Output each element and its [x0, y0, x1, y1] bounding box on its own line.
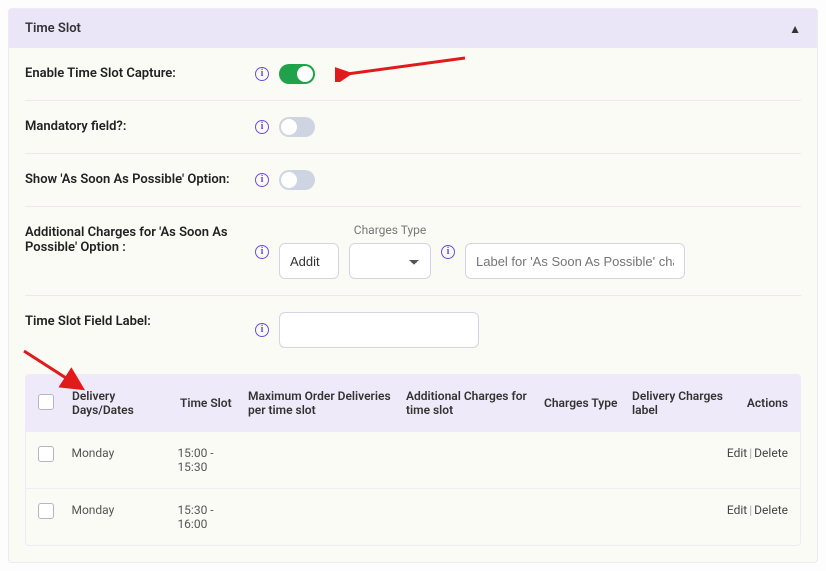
th-ctype: Charges Type: [544, 396, 624, 410]
cell-actions: Edit|Delete: [727, 446, 788, 460]
time-slot-panel: Time Slot ▲ Enable Time Slot Capture: i …: [8, 8, 818, 563]
th-add: Additional Charges for time slot: [406, 389, 536, 417]
mandatory-label: Mandatory field?:: [25, 117, 255, 134]
cell-days: Monday: [71, 446, 169, 460]
select-all-checkbox[interactable]: [38, 394, 54, 410]
cell-slot: 15:30 - 16:00: [177, 503, 236, 531]
info-icon[interactable]: i: [255, 120, 269, 134]
row-additional-charges: Additional Charges for 'As Soon As Possi…: [25, 207, 801, 296]
info-icon[interactable]: i: [255, 323, 269, 337]
charges-label-input[interactable]: [465, 243, 685, 279]
th-slot: Time Slot: [180, 396, 240, 410]
th-max: Maximum Order Deliveries per time slot: [248, 389, 398, 417]
info-icon[interactable]: i: [441, 245, 455, 259]
cell-actions: Edit|Delete: [727, 503, 788, 517]
panel-title: Time Slot: [25, 21, 81, 36]
row-asap: Show 'As Soon As Possible' Option: i: [25, 154, 801, 207]
info-icon[interactable]: i: [255, 173, 269, 187]
cell-days: Monday: [71, 503, 169, 517]
panel-header[interactable]: Time Slot ▲: [9, 9, 817, 48]
delete-link[interactable]: Delete: [754, 503, 788, 517]
row-checkbox[interactable]: [38, 446, 54, 462]
charges-label: Additional Charges for 'As Soon As Possi…: [25, 223, 255, 255]
delete-link[interactable]: Delete: [754, 446, 788, 460]
row-field-label: Time Slot Field Label: i: [25, 296, 801, 364]
cell-slot: 15:00 - 15:30: [177, 446, 236, 474]
table-row: Monday 15:30 - 16:00 Edit|Delete: [26, 488, 800, 545]
chevron-up-icon: ▲: [789, 22, 801, 36]
mandatory-toggle[interactable]: [279, 117, 315, 137]
th-actions: Actions: [740, 396, 788, 410]
th-dlabel: Delivery Charges label: [632, 389, 732, 417]
enable-label: Enable Time Slot Capture:: [25, 64, 255, 81]
enable-toggle[interactable]: [279, 64, 315, 84]
info-icon[interactable]: i: [255, 67, 269, 81]
edit-link[interactable]: Edit: [727, 503, 747, 517]
row-enable-capture: Enable Time Slot Capture: i: [25, 48, 801, 101]
asap-toggle[interactable]: [279, 170, 315, 190]
table-header: Delivery Days/Dates Time Slot Maximum Or…: [26, 375, 800, 431]
edit-link[interactable]: Edit: [727, 446, 747, 460]
row-checkbox[interactable]: [38, 503, 54, 519]
panel-body: Enable Time Slot Capture: i Mandatory fi…: [9, 48, 817, 562]
fieldlabel-label: Time Slot Field Label:: [25, 312, 255, 329]
th-days: Delivery Days/Dates: [72, 389, 172, 417]
table-row: Monday 15:00 - 15:30 Edit|Delete: [26, 431, 800, 488]
asap-label: Show 'As Soon As Possible' Option:: [25, 170, 255, 187]
charges-type-select[interactable]: [349, 243, 431, 279]
info-icon[interactable]: i: [255, 245, 269, 259]
field-label-input[interactable]: [279, 312, 479, 348]
row-mandatory: Mandatory field?: i: [25, 101, 801, 154]
charges-type-label: Charges Type: [354, 223, 426, 237]
charges-amount-input[interactable]: [279, 243, 339, 279]
time-slot-table: Delivery Days/Dates Time Slot Maximum Or…: [25, 374, 801, 546]
